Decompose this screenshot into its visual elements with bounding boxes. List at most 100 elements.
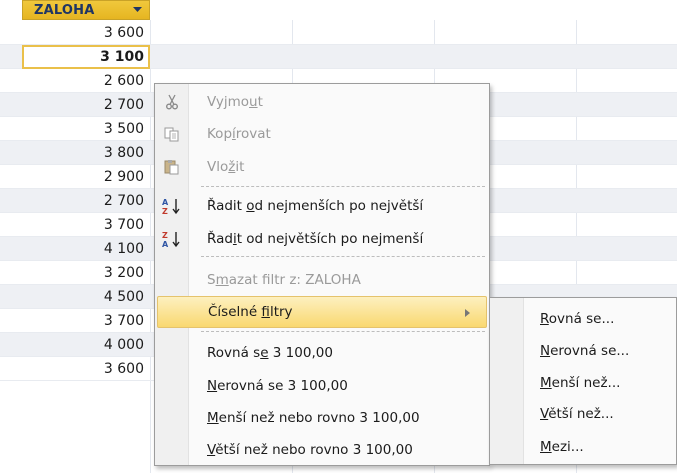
label-part: t od největších po nejmenší (236, 231, 424, 247)
label-part: rovat (235, 126, 271, 142)
submenu-item-not-equals[interactable]: Nerovná se... (540, 336, 629, 366)
menu-icon-slot (157, 370, 187, 402)
accelerator-key: M (540, 439, 552, 455)
svg-text:A: A (162, 198, 169, 207)
menu-item-label: Řadit od nejmenších po největší (187, 198, 423, 214)
label-part: iltry (269, 304, 293, 320)
menu-item-less-or-equal[interactable]: Menší než nebo rovno 3 100,00 (157, 402, 487, 434)
menu-item-label: Menší než nebo rovno 3 100,00 (187, 410, 420, 426)
label-part: it (235, 159, 245, 175)
cell-zaloha[interactable]: 3 600 (22, 21, 150, 45)
accelerator-key: N (207, 378, 218, 394)
menu-item-label: Větší než nebo rovno 3 100,00 (187, 442, 413, 458)
label-part: azat filtr z: ZALOHA (228, 272, 361, 288)
submenu-item-equals[interactable]: Rovná se... (540, 304, 614, 334)
label-part: S (207, 272, 216, 288)
label-part: enší než... (551, 375, 621, 391)
cell-zaloha[interactable]: 3 100 (22, 45, 150, 69)
menu-icon-slot (158, 296, 188, 328)
menu-item-numeric-filters[interactable]: Číselné filtry (157, 296, 487, 328)
submenu-item-between[interactable]: Mezi... (540, 432, 584, 462)
menu-separator (201, 256, 485, 257)
label-part: Vyjmo (207, 94, 250, 110)
menu-item-sort-descending[interactable]: Z A Řadit od největších po nejmenší (157, 223, 487, 255)
menu-item-not-equals[interactable]: Nerovná se 3 100,00 (157, 370, 487, 402)
label-part: Řad (207, 231, 233, 247)
menu-item-clear-filter[interactable]: Smazat filtr z: ZALOHA (157, 264, 487, 296)
menu-icon-slot (157, 402, 187, 434)
label-part: ětší než nebo rovno 3 100,00 (215, 442, 413, 458)
menu-item-paste[interactable]: Vložit (157, 151, 487, 183)
cell-zaloha[interactable]: 3 700 (22, 309, 150, 333)
accelerator-key: m (215, 272, 229, 288)
accelerator-key: o (246, 198, 255, 214)
cell-zaloha[interactable]: 2 600 (22, 69, 150, 93)
accelerator-key: f (261, 304, 270, 320)
submenu-item-less-than[interactable]: Menší než... (540, 368, 620, 398)
submenu-icon-gutter (490, 298, 524, 464)
accelerator-key: e (260, 345, 269, 361)
label-part: ezi... (551, 439, 584, 455)
menu-separator (201, 186, 485, 187)
copy-icon (157, 118, 187, 150)
menu-item-cut[interactable]: Vyjmout (157, 86, 487, 118)
menu-item-greater-or-equal[interactable]: Větší než nebo rovno 3 100,00 (157, 434, 487, 466)
menu-separator (201, 331, 485, 332)
menu-icon-slot (157, 264, 187, 296)
label-part: Kop (207, 126, 233, 142)
label-part: Rovná s (207, 345, 261, 361)
menu-icon-slot (157, 337, 187, 369)
cell-zaloha[interactable]: 2 900 (22, 165, 150, 189)
submenu-arrow-icon (465, 297, 470, 329)
context-menu: Vyjmout Kopírovat Vložit A Z Řadit od nejmenš… (154, 83, 490, 466)
cell-zaloha[interactable]: 3 800 (22, 141, 150, 165)
cell-zaloha[interactable]: 3 200 (22, 261, 150, 285)
menu-item-equals[interactable]: Rovná se 3 100,00 (157, 337, 487, 369)
label-part: erovná se 3 100,00 (217, 378, 348, 394)
column-header-zaloha[interactable]: ZALOHA (22, 0, 150, 20)
label-part: 3 100,00 (268, 345, 333, 361)
table-row: 3 100 (0, 45, 677, 69)
cell-zaloha[interactable]: 4 100 (22, 237, 150, 261)
filter-dropdown-button[interactable] (128, 2, 146, 18)
label-part: Vlo (207, 159, 229, 175)
menu-item-sort-ascending[interactable]: A Z Řadit od nejmenších po největší (157, 190, 487, 222)
cell-zaloha[interactable]: 3 600 (22, 357, 150, 381)
submenu-item-greater-than[interactable]: Větší než... (540, 399, 614, 429)
cell-zaloha[interactable]: 4 500 (22, 285, 150, 309)
table-row: 3 600 (0, 21, 677, 45)
accelerator-key: R (540, 311, 549, 327)
menu-item-label: Vložit (187, 159, 244, 175)
label-part: ětší než... (548, 406, 614, 422)
accelerator-key: V (207, 442, 216, 458)
cell-zaloha[interactable]: 3 700 (22, 213, 150, 237)
menu-item-label: Číselné filtry (188, 304, 293, 320)
accelerator-key: M (540, 375, 552, 391)
label-part: d nejmenších po největší (254, 198, 424, 214)
cell-zaloha[interactable]: 3 500 (22, 117, 150, 141)
accelerator-key: M (207, 410, 219, 426)
accelerator-key: V (540, 406, 549, 422)
label-part: ovná se... (548, 311, 615, 327)
svg-text:A: A (162, 240, 169, 248)
chevron-down-icon (132, 7, 142, 12)
cell-zaloha[interactable]: 2 700 (22, 189, 150, 213)
sort-descending-icon: ZA (157, 223, 187, 255)
cell-zaloha[interactable]: 2 700 (22, 93, 150, 117)
menu-item-copy[interactable]: Kopírovat (157, 118, 487, 150)
menu-icon-slot (157, 434, 187, 466)
menu-item-label: Smazat filtr z: ZALOHA (187, 272, 361, 288)
column-header-label: ZALOHA (34, 2, 95, 18)
cell-zaloha[interactable]: 4 000 (22, 333, 150, 357)
svg-text:Z: Z (162, 207, 168, 215)
svg-text:Z: Z (162, 231, 168, 240)
label-part: erovná se... (550, 343, 630, 359)
sort-ascending-icon: AZ (157, 190, 187, 222)
label-part: t (257, 94, 263, 110)
menu-item-label: Vyjmout (187, 94, 263, 110)
numeric-filters-submenu: Rovná se... Nerovná se... Menší než... Větš… (489, 297, 677, 465)
paste-icon (157, 151, 187, 183)
menu-item-label: Řadit od největších po nejmenší (187, 231, 423, 247)
scissors-icon (157, 86, 187, 118)
menu-item-label: Rovná se 3 100,00 (187, 345, 333, 361)
